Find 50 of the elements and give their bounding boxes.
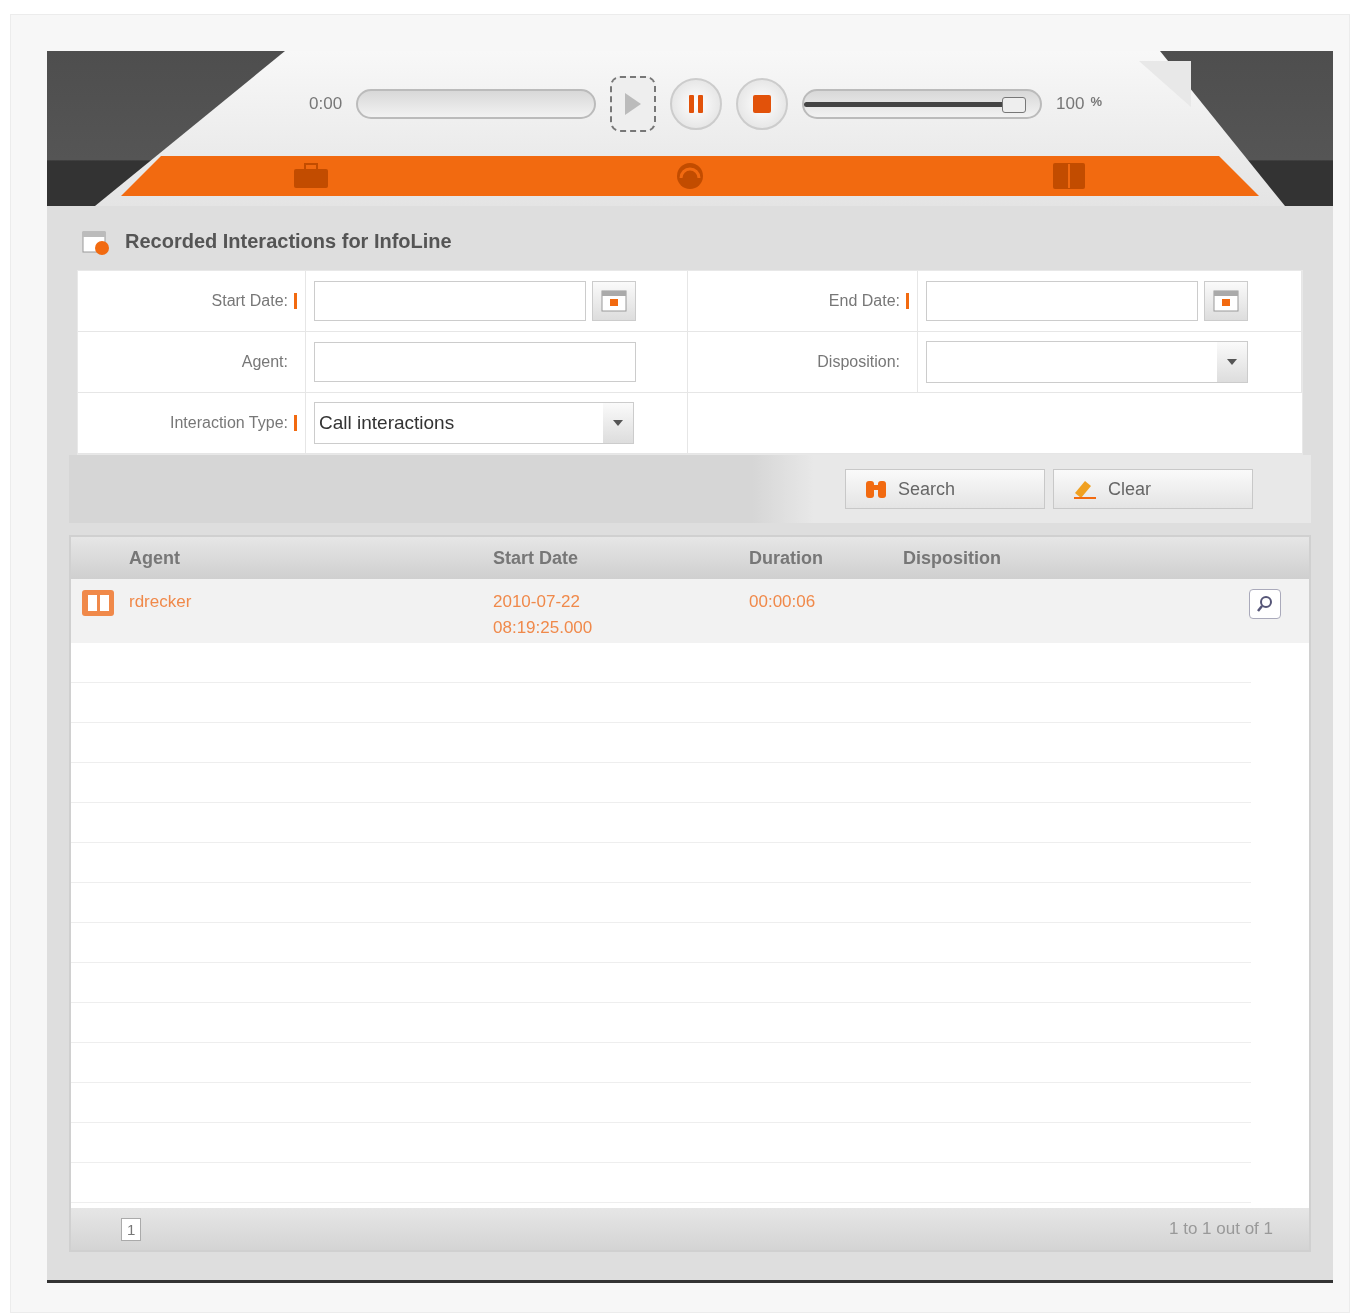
binoculars-icon xyxy=(864,479,888,499)
briefcase-icon xyxy=(292,163,329,189)
volume-reading: 100 xyxy=(1056,93,1085,114)
nav-tab[interactable] xyxy=(292,163,329,189)
date-field[interactable] xyxy=(926,281,1198,321)
nav-tab[interactable] xyxy=(675,161,705,191)
search-icon xyxy=(1256,595,1274,613)
eraser-icon xyxy=(1072,478,1098,500)
book-icon xyxy=(1052,162,1087,190)
percent-sign: % xyxy=(1090,93,1103,109)
table-row[interactable]: rdrecker 2010-07-22 08:19:25.000 00:00:06 xyxy=(71,579,1309,643)
time-label: 0:00 xyxy=(309,93,343,114)
table-cell-text: 00:00:06 xyxy=(749,591,817,613)
panel-title: Recorded Interactions for InfoLine xyxy=(125,229,452,253)
search-button[interactable]: Search xyxy=(845,469,1045,509)
play-button[interactable] xyxy=(610,75,657,132)
field-label: Interaction Type: xyxy=(170,414,288,432)
view-button[interactable] xyxy=(1249,589,1281,619)
column-header[interactable]: Start Date xyxy=(493,547,749,569)
close-icon[interactable] xyxy=(1137,59,1193,109)
recording-icon xyxy=(81,589,115,617)
column-header[interactable]: Disposition xyxy=(903,547,1249,569)
calendar-icon xyxy=(601,290,627,312)
table-cell-text: rdrecker xyxy=(129,591,193,613)
clear-button[interactable]: Clear xyxy=(1053,469,1253,509)
volume-slider[interactable] xyxy=(802,88,1043,119)
calendar-icon xyxy=(1213,290,1239,312)
pager-summary: 1 to 1 out of 1 xyxy=(1169,1219,1273,1239)
text-field[interactable] xyxy=(314,342,636,382)
field-label: Start Date: xyxy=(211,292,288,310)
dropdown-field[interactable] xyxy=(926,341,1248,383)
table-cell-text: 2010-07-22 08:19:25.000 xyxy=(493,591,594,639)
pause-icon xyxy=(688,94,705,113)
field-label: Disposition: xyxy=(817,353,900,371)
stop-icon xyxy=(753,94,772,113)
date-field[interactable] xyxy=(314,281,586,321)
column-header[interactable]: Agent xyxy=(129,547,493,569)
calendar-button[interactable] xyxy=(592,281,636,321)
caret-icon xyxy=(1227,359,1237,365)
field-label: Agent: xyxy=(241,353,288,371)
field-label: End Date: xyxy=(828,292,900,310)
page-button[interactable]: 1 xyxy=(121,1217,142,1241)
headset-icon xyxy=(675,161,705,191)
progress-track[interactable] xyxy=(356,88,597,119)
column-header[interactable]: Duration xyxy=(749,547,903,569)
nav-tab[interactable] xyxy=(1052,162,1087,190)
caret-icon xyxy=(613,420,623,426)
calendar-button[interactable] xyxy=(1204,281,1248,321)
volume-thumb[interactable] xyxy=(1001,96,1026,113)
dropdown-field[interactable]: Call interactions xyxy=(314,402,634,444)
